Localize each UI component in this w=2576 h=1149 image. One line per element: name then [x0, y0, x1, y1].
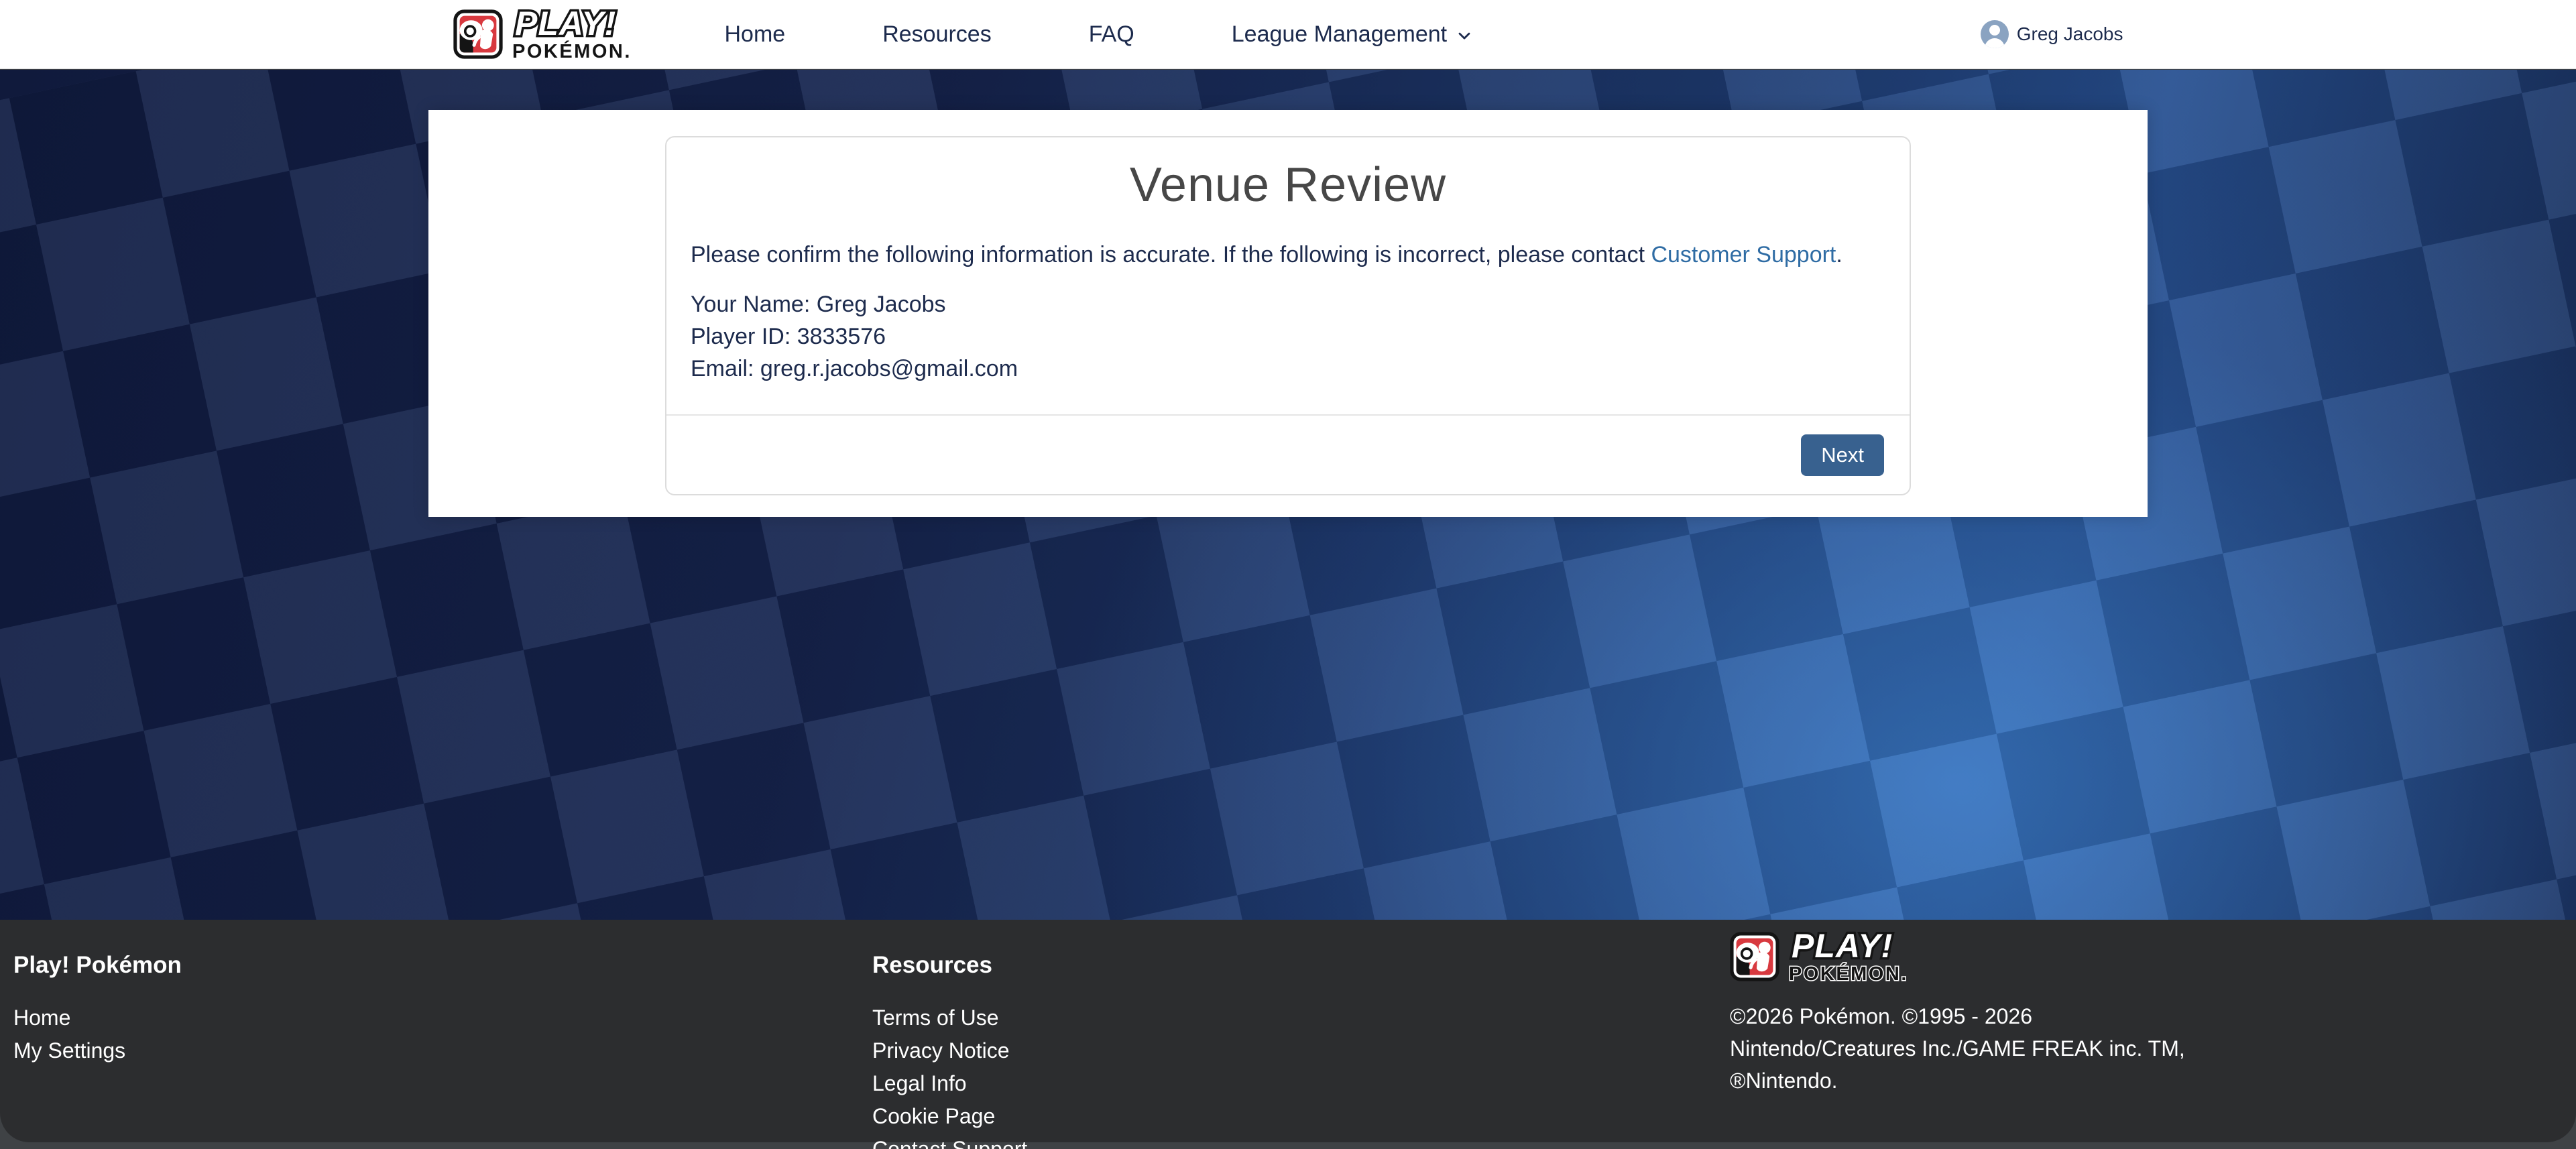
user-avatar-icon — [1981, 20, 2009, 48]
page-title: Venue Review — [691, 158, 1885, 213]
footer-links-play-pokemon: Home My Settings — [13, 1002, 872, 1067]
intro-text-part: Please confirm the following information… — [691, 242, 1651, 267]
footer-heading-play-pokemon: Play! Pokémon — [13, 952, 872, 979]
info-your-name-value: Greg Jacobs — [817, 292, 946, 317]
svg-text:POKÉMON.: POKÉMON. — [1789, 962, 1908, 985]
panel-footer: Next — [666, 414, 1910, 494]
nav-item-league-management[interactable]: League Management — [1232, 21, 1474, 48]
venue-review-panel: Venue Review Please confirm the followin… — [665, 136, 1911, 495]
footer-link-home[interactable]: Home — [13, 1002, 70, 1034]
user-menu[interactable]: Greg Jacobs — [1981, 20, 2123, 48]
nav-item-faq[interactable]: FAQ — [1089, 21, 1134, 48]
nav-item-resources[interactable]: Resources — [882, 21, 992, 48]
customer-support-link[interactable]: Customer Support — [1651, 242, 1836, 267]
player-info: Your Name: Greg Jacobs Player ID: 383357… — [691, 288, 1885, 385]
footer-column-brand: PLAY! POKÉMON. ©2026 Pokémon. ©1995 - 20… — [1730, 928, 2576, 1142]
info-your-name-label: Your Name: — [691, 292, 810, 317]
svg-text:POKÉMON.: POKÉMON. — [512, 40, 632, 62]
chevron-down-icon — [1455, 26, 1474, 45]
intro-text-period: . — [1836, 242, 1842, 267]
content-card: Venue Review Please confirm the followin… — [428, 110, 2148, 517]
top-navbar: PLAY! POKÉMON. Home Resources FAQ League… — [0, 0, 2576, 69]
footer-play-pokemon-logo-text: PLAY! POKÉMON. — [1786, 928, 1938, 985]
footer-column-play-pokemon: Play! Pokémon Home My Settings — [13, 947, 872, 1142]
footer-column-resources: Resources Terms of Use Privacy Notice Le… — [872, 947, 1730, 1142]
footer-links-resources: Terms of Use Privacy Notice Legal Info C… — [872, 1002, 1730, 1149]
page-footer: Play! Pokémon Home My Settings Resources… — [0, 920, 2576, 1142]
footer-link-my-settings[interactable]: My Settings — [13, 1034, 125, 1067]
footer-play-pokemon-logo-icon — [1730, 932, 1779, 981]
footer-heading-resources: Resources — [872, 952, 1730, 979]
play-pokemon-logo-icon — [453, 9, 503, 59]
venue-review-panel-body: Venue Review Please confirm the followin… — [666, 137, 1910, 414]
info-player-id-value: 3833576 — [797, 324, 886, 349]
info-email-value: greg.r.jacobs@gmail.com — [760, 356, 1018, 381]
footer-link-legal-info[interactable]: Legal Info — [872, 1067, 967, 1100]
svg-text:PLAY!: PLAY! — [1792, 928, 1893, 965]
svg-text:PLAY!: PLAY! — [515, 5, 616, 42]
footer-link-terms-of-use[interactable]: Terms of Use — [872, 1002, 998, 1034]
info-player-id-label: Player ID: — [691, 324, 791, 349]
info-email-label: Email: — [691, 356, 754, 381]
nav-item-home[interactable]: Home — [725, 21, 786, 48]
footer-link-cookie-page[interactable]: Cookie Page — [872, 1100, 995, 1133]
intro-text: Please confirm the following information… — [691, 242, 1885, 268]
footer-link-privacy-notice[interactable]: Privacy Notice — [872, 1034, 1010, 1067]
next-button[interactable]: Next — [1801, 434, 1884, 476]
footer-play-pokemon-logo[interactable]: PLAY! POKÉMON. — [1730, 928, 2576, 985]
info-email: Email: greg.r.jacobs@gmail.com — [691, 353, 1885, 385]
play-pokemon-logo-text: PLAY! POKÉMON. — [510, 5, 661, 63]
info-player-id: Player ID: 3833576 — [691, 320, 1885, 353]
info-your-name: Your Name: Greg Jacobs — [691, 288, 1885, 320]
nav-item-league-management-label: League Management — [1232, 21, 1447, 48]
user-name: Greg Jacobs — [2017, 23, 2123, 45]
copyright-text: ©2026 Pokémon. ©1995 - 2026 Nintendo/Cre… — [1730, 1000, 2199, 1097]
navbar-container: PLAY! POKÉMON. Home Resources FAQ League… — [429, 0, 2148, 68]
nav-links: Home Resources FAQ League Management — [725, 21, 1474, 48]
main-area: Venue Review Please confirm the followin… — [0, 70, 2576, 920]
footer-link-contact-support[interactable]: Contact Support — [872, 1133, 1027, 1149]
play-pokemon-logo[interactable]: PLAY! POKÉMON. — [453, 5, 661, 63]
